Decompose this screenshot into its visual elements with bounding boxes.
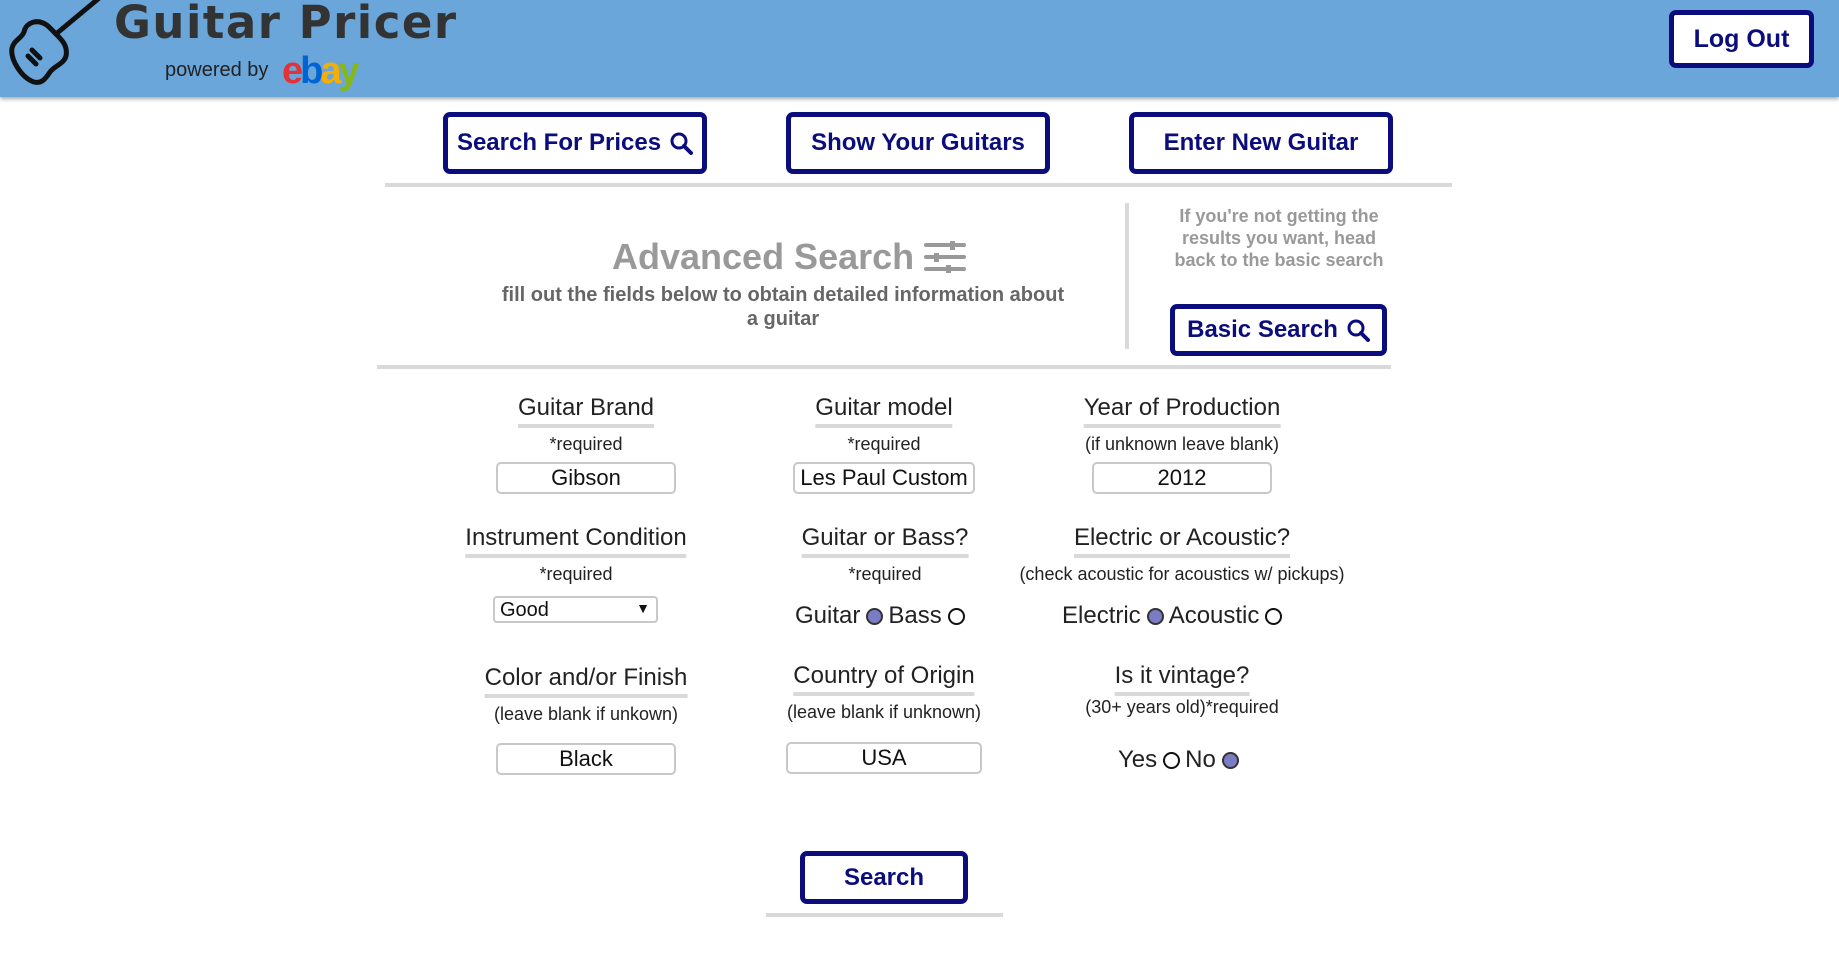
nav-divider	[385, 183, 1452, 187]
electric-option-label: Electric	[1062, 602, 1141, 629]
guitar-or-bass-group: Guitar Bass	[795, 602, 970, 630]
electric-or-acoustic-note: (check acoustic for acoustics w/ pickups…	[1019, 564, 1345, 584]
instrument-condition-value: Good	[500, 599, 549, 621]
logout-button[interactable]: Log Out	[1669, 10, 1814, 68]
guitar-icon	[9, 0, 101, 85]
electric-or-acoustic-group: Electric Acoustic	[1062, 602, 1287, 630]
is-vintage-label: Is it vintage?	[1114, 662, 1250, 696]
search-button[interactable]: Search	[800, 851, 968, 904]
advanced-search-subtitle: fill out the fields below to obtain deta…	[501, 284, 1065, 330]
guitar-brand-label: Guitar Brand	[517, 394, 655, 428]
search-divider	[766, 913, 1003, 917]
guitar-model-input[interactable]	[793, 462, 975, 494]
is-vintage-note: (30+ years old)*required	[1085, 697, 1279, 717]
guitar-brand-input[interactable]	[496, 462, 676, 494]
show-your-guitars-button[interactable]: Show Your Guitars	[786, 112, 1050, 174]
search-for-prices-label: Search For Prices	[456, 129, 662, 156]
instrument-condition-select[interactable]: Good ▼	[493, 596, 658, 623]
search-icon	[670, 132, 694, 155]
header-bar: Guitar Pricer powered by ebay Log Out	[0, 0, 1839, 97]
acoustic-option-label: Acoustic	[1168, 602, 1260, 629]
ebay-logo: ebay	[282, 50, 360, 92]
no-option-label: No	[1185, 746, 1216, 773]
instrument-condition-label: Instrument Condition	[465, 524, 687, 558]
guitar-option-label: Guitar	[795, 602, 861, 629]
guitar-model-label: Guitar model	[815, 394, 953, 428]
guitar-model-note: *required	[847, 434, 921, 454]
enter-new-guitar-button[interactable]: Enter New Guitar	[1129, 112, 1393, 174]
basic-search-hint: If you're not getting the results you wa…	[1174, 206, 1384, 270]
app-title: Guitar Pricer	[114, 0, 458, 49]
country-of-origin-label: Country of Origin	[793, 662, 975, 696]
year-of-production-note: (if unknown leave blank)	[1084, 434, 1280, 454]
search-for-prices-button[interactable]: Search For Prices	[443, 112, 707, 174]
dropdown-arrow-icon: ▼	[636, 600, 650, 616]
no-radio[interactable]	[1221, 751, 1239, 769]
yes-option-label: Yes	[1118, 746, 1158, 773]
year-of-production-label: Year of Production	[1083, 394, 1281, 428]
color-finish-label: Color and/or Finish	[484, 664, 688, 698]
color-finish-note: (leave blank if unkown)	[493, 704, 679, 724]
section-divider	[377, 365, 1391, 369]
guitar-or-bass-label: Guitar or Bass?	[801, 524, 969, 558]
yes-radio[interactable]	[1163, 751, 1181, 769]
powered-by-text: powered by	[165, 59, 269, 81]
country-of-origin-note: (leave blank if unknown)	[786, 702, 982, 722]
electric-radio[interactable]	[1146, 607, 1164, 625]
year-of-production-input[interactable]	[1092, 462, 1272, 494]
advanced-search-title: Advanced Search	[612, 236, 967, 278]
instrument-condition-note: *required	[539, 564, 613, 584]
guitar-radio[interactable]	[866, 607, 884, 625]
is-vintage-group: Yes No	[1118, 746, 1244, 774]
basic-search-label: Basic Search	[1187, 316, 1338, 343]
acoustic-radio[interactable]	[1265, 607, 1283, 625]
guitar-or-bass-note: *required	[848, 564, 922, 584]
sliders-icon	[924, 241, 967, 273]
color-finish-input[interactable]	[496, 743, 676, 775]
country-of-origin-input[interactable]	[786, 742, 982, 774]
basic-search-button[interactable]: Basic Search	[1170, 304, 1387, 356]
vertical-divider	[1125, 203, 1129, 349]
bass-radio[interactable]	[947, 607, 965, 625]
advanced-search-title-text: Advanced Search	[612, 236, 915, 277]
search-icon	[1347, 319, 1370, 342]
bass-option-label: Bass	[888, 602, 942, 629]
electric-or-acoustic-label: Electric or Acoustic?	[1073, 524, 1291, 558]
guitar-brand-note: *required	[549, 434, 623, 454]
